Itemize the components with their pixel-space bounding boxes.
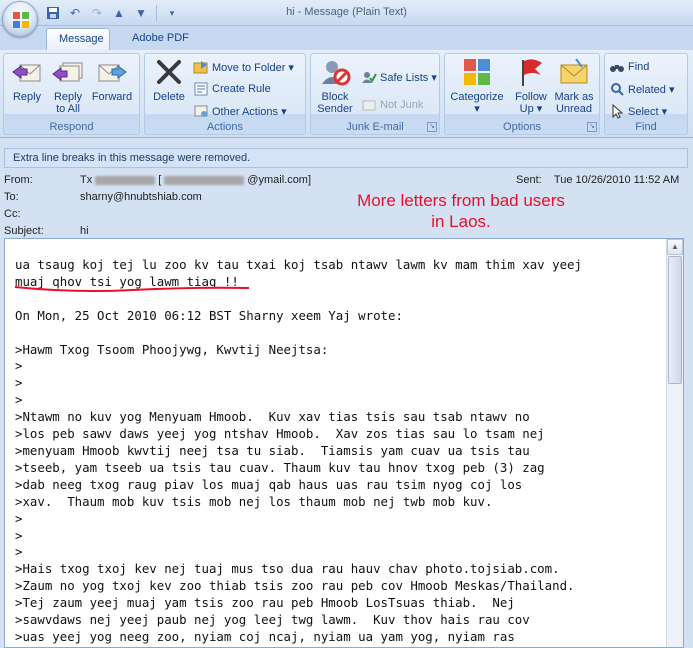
forward-icon (98, 64, 127, 82)
group-label-junk-email: Junk E-mail (346, 121, 404, 133)
group-label-find: Find (635, 121, 657, 133)
scroll-up-arrow-icon[interactable]: ▲ (667, 239, 683, 255)
move-to-folder-button[interactable]: Move to Folder ▾ (193, 58, 294, 76)
move-to-folder-icon (193, 61, 208, 74)
safe-lists-button[interactable]: Safe Lists ▾ (361, 68, 437, 86)
follow-up-button[interactable]: Follow Up ▾ (511, 56, 551, 115)
related-button[interactable]: Related ▾ (609, 80, 675, 98)
options-launcher[interactable]: ↘ (587, 122, 597, 132)
block-sender-button[interactable]: Block Sender (313, 56, 357, 115)
group-options: Categorize ▾ Follow Up ▾ Mark as Unread … (444, 53, 600, 135)
office-logo-icon (13, 12, 29, 28)
info-bar[interactable]: Extra line breaks in this message were r… (4, 148, 688, 168)
categorize-icon (464, 59, 490, 85)
create-rule-button[interactable]: Create Rule (193, 80, 271, 98)
mark-unread-envelope-icon (560, 58, 588, 84)
scroll-thumb[interactable] (668, 256, 682, 384)
group-junk-email: Block Sender Safe Lists ▾ Not Junk Junk … (310, 53, 440, 135)
delete-button[interactable]: Delete (147, 56, 191, 103)
select-arrow-icon (612, 103, 624, 119)
safe-lists-icon (362, 72, 377, 83)
cc-label: Cc: (4, 208, 21, 220)
sent-value: Tue 10/26/2010 11:52 AM (553, 174, 680, 186)
to-value[interactable]: sharny@hnubtshiab.com (80, 191, 202, 203)
mark-as-unread-button[interactable]: Mark as Unread (551, 56, 597, 115)
categorize-button[interactable]: Categorize ▾ (447, 56, 507, 115)
vertical-scrollbar[interactable]: ▲ (666, 239, 683, 647)
not-junk-icon (362, 100, 376, 111)
message-body-text: ua tsaug koj tej lu zoo kv tau txai koj … (15, 257, 582, 644)
other-actions-button[interactable]: Other Actions ▾ (193, 102, 287, 120)
red-underline-annotation (14, 286, 250, 292)
follow-up-flag-icon (522, 59, 542, 86)
from-label: From: (4, 174, 33, 186)
junk-email-options-launcher[interactable]: ↘ (427, 122, 437, 132)
related-icon (611, 83, 624, 96)
redacted-email (164, 175, 245, 185)
message-body-pane[interactable]: ua tsaug koj tej lu zoo kv tau txai koj … (4, 238, 684, 648)
ribbon: Reply Reply to All Forward Respond Delet… (0, 50, 693, 138)
find-button[interactable]: Find (609, 58, 649, 76)
group-label-options: Options (503, 121, 541, 133)
tab-message[interactable]: Message (46, 28, 110, 50)
block-sender-icon (322, 61, 351, 86)
create-rule-icon (194, 82, 208, 96)
window-title: hi - Message (Plain Text) (286, 6, 407, 18)
not-junk-button[interactable]: Not Junk (361, 96, 423, 114)
ribbon-tabs: Message Adobe PDF (0, 26, 693, 50)
select-button[interactable]: Select ▾ (609, 102, 667, 120)
subject-value: hi (80, 225, 89, 237)
office-button[interactable] (2, 1, 38, 37)
group-respond: Reply Reply to All Forward Respond (3, 53, 140, 135)
delete-icon (157, 60, 181, 84)
sent-field: Sent: Tue 10/26/2010 11:52 AM (516, 174, 680, 186)
binoculars-icon (610, 65, 624, 72)
other-actions-icon (194, 105, 208, 117)
group-label-respond: Respond (49, 121, 94, 133)
redacted-name (95, 175, 156, 185)
red-annotation: More letters from bad users in Laos. (357, 191, 565, 231)
group-actions: Delete Move to Folder ▾ Create Rule Othe… (144, 53, 306, 135)
reply-all-icon (52, 62, 83, 82)
tab-adobe-pdf[interactable]: Adobe PDF (120, 28, 201, 50)
from-value: Tx[@ymail.com] (80, 174, 312, 186)
group-label-actions: Actions (206, 121, 244, 133)
reply-icon (12, 64, 41, 82)
group-find: Find Related ▾ Select ▾ Find (604, 53, 688, 135)
title-bar: ↶ ↷ ▲ ▼ ▾ hi - Message (Plain Text) (0, 0, 693, 37)
reply-all-button[interactable]: Reply to All (46, 56, 90, 115)
reply-button[interactable]: Reply (5, 56, 49, 103)
subject-label: Subject: (4, 225, 44, 237)
to-label: To: (4, 191, 19, 203)
message-header: From: Tx[@ymail.com] Sent: Tue 10/26/201… (0, 168, 693, 238)
forward-button[interactable]: Forward (90, 56, 134, 103)
